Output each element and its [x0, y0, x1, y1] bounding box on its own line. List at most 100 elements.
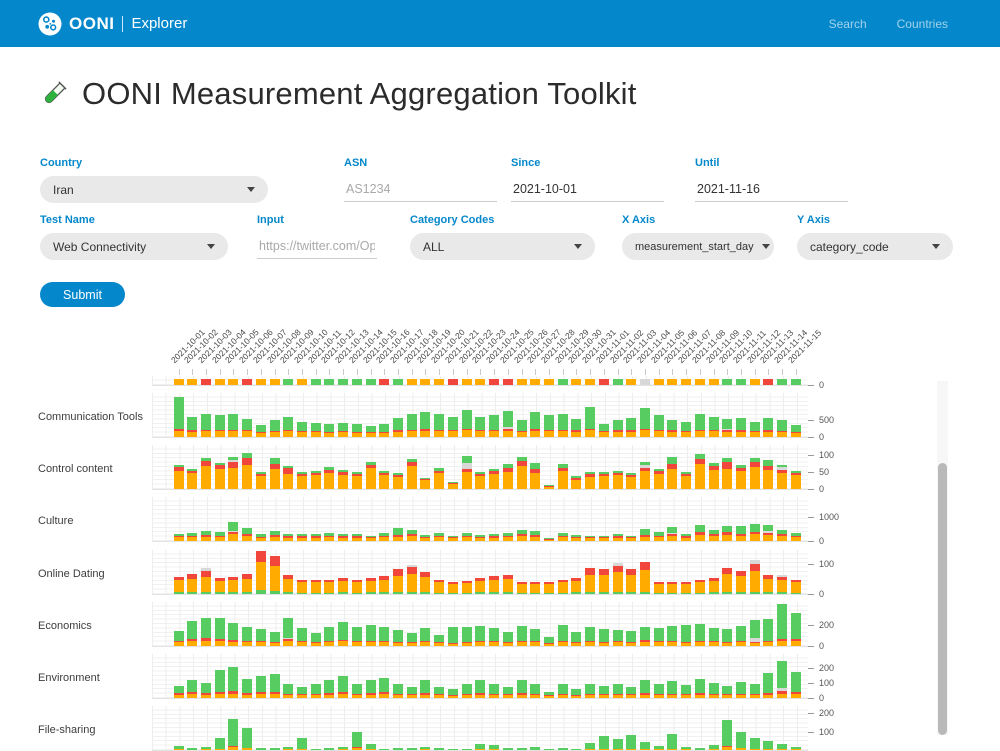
stacked-bar-segment[interactable] [722, 432, 732, 437]
stacked-bar-segment[interactable] [434, 695, 444, 698]
stacked-bar-segment[interactable] [379, 678, 389, 692]
brand-group[interactable]: OONI Explorer [38, 12, 187, 36]
stacked-bar-segment[interactable] [187, 639, 197, 641]
stacked-bar-segment[interactable] [270, 642, 280, 643]
stacked-bar-segment[interactable] [736, 642, 746, 646]
stacked-bar-segment[interactable] [324, 473, 334, 489]
stacked-bar-segment[interactable] [420, 577, 430, 592]
stacked-bar-segment[interactable] [777, 641, 787, 646]
stacked-bar-segment[interactable] [626, 575, 636, 593]
stacked-bar-segment[interactable] [297, 534, 307, 536]
stacked-bar-segment[interactable] [201, 683, 211, 693]
stacked-bar-segment[interactable] [613, 694, 623, 695]
stacked-bar-segment[interactable] [681, 472, 691, 474]
stacked-bar-segment[interactable] [270, 469, 280, 489]
stacked-bar-segment[interactable] [544, 692, 554, 695]
stacked-bar-segment[interactable] [750, 592, 760, 594]
stacked-bar-segment[interactable] [187, 579, 197, 592]
stacked-bar-segment[interactable] [585, 575, 595, 591]
stacked-bar-segment[interactable] [174, 641, 184, 642]
stacked-bar-segment[interactable] [791, 593, 801, 594]
stacked-bar-segment[interactable] [270, 458, 280, 464]
stacked-bar-segment[interactable] [558, 694, 568, 695]
stacked-bar-segment[interactable] [736, 471, 746, 489]
stacked-bar-segment[interactable] [695, 454, 705, 458]
stacked-bar-segment[interactable] [393, 630, 403, 642]
stacked-bar-segment[interactable] [750, 638, 760, 641]
stacked-bar-segment[interactable] [517, 641, 527, 642]
stacked-bar-segment[interactable] [517, 420, 527, 431]
stacked-bar-segment[interactable] [709, 628, 719, 641]
stacked-bar-segment[interactable] [352, 582, 362, 592]
stacked-bar-segment[interactable] [791, 692, 801, 694]
stacked-bar-segment[interactable] [709, 749, 719, 750]
stacked-bar[interactable] [174, 379, 184, 385]
stacked-bar-segment[interactable] [448, 538, 458, 541]
stacked-bar-segment[interactable] [695, 582, 705, 592]
stacked-bar-segment[interactable] [736, 626, 746, 641]
stacked-bar-segment[interactable] [517, 457, 527, 461]
stacked-bar-segment[interactable] [448, 417, 458, 430]
stacked-bar-segment[interactable] [462, 472, 472, 489]
stacked-bar-segment[interactable] [750, 462, 760, 467]
stacked-bar-segment[interactable] [626, 643, 636, 646]
stacked-bar-segment[interactable] [448, 582, 458, 584]
stacked-bar-segment[interactable] [503, 579, 513, 592]
stacked-bar-segment[interactable] [462, 533, 472, 535]
stacked-bar[interactable] [517, 379, 527, 385]
stacked-bar-segment[interactable] [722, 469, 732, 489]
stacked-bar-segment[interactable] [475, 680, 485, 693]
stacked-bar-segment[interactable] [201, 466, 211, 489]
scrollbar-thumb[interactable] [938, 463, 947, 735]
stacked-bar-segment[interactable] [215, 463, 225, 466]
stacked-bar-segment[interactable] [791, 432, 801, 433]
stacked-bar-segment[interactable] [297, 472, 307, 474]
stacked-bar-segment[interactable] [324, 580, 334, 582]
stacked-bar[interactable] [654, 379, 664, 385]
stacked-bar-segment[interactable] [654, 749, 664, 750]
stacked-bar-segment[interactable] [530, 473, 540, 489]
stacked-bar-segment[interactable] [722, 419, 732, 429]
stacked-bar-segment[interactable] [242, 465, 252, 489]
stacked-bar-segment[interactable] [201, 638, 211, 641]
stacked-bar-segment[interactable] [352, 695, 362, 698]
stacked-bar-segment[interactable] [270, 591, 280, 594]
stacked-bar-segment[interactable] [626, 536, 636, 538]
stacked-bar-segment[interactable] [462, 430, 472, 437]
stacked-bar-segment[interactable] [750, 684, 760, 694]
stacked-bar-segment[interactable] [379, 580, 389, 593]
stacked-bar-segment[interactable] [777, 470, 787, 473]
stacked-bar-segment[interactable] [420, 480, 430, 489]
stacked-bar-segment[interactable] [352, 476, 362, 489]
stacked-bar-segment[interactable] [201, 414, 211, 430]
stacked-bar-segment[interactable] [544, 430, 554, 431]
stacked-bar-segment[interactable] [462, 695, 472, 698]
stacked-bar-segment[interactable] [571, 749, 581, 750]
stacked-bar-segment[interactable] [297, 476, 307, 489]
stacked-bar-segment[interactable] [242, 728, 252, 748]
stacked-bar-segment[interactable] [434, 537, 444, 541]
stacked-bar-segment[interactable] [640, 535, 650, 537]
stacked-bar-segment[interactable] [791, 749, 801, 750]
stacked-bar-segment[interactable] [571, 537, 581, 538]
stacked-bar-segment[interactable] [777, 467, 787, 470]
stacked-bar[interactable] [311, 379, 321, 385]
stacked-bar-segment[interactable] [393, 535, 403, 537]
stacked-bar-segment[interactable] [613, 471, 623, 473]
stacked-bar[interactable] [571, 379, 581, 385]
stacked-bar-segment[interactable] [407, 592, 417, 594]
stacked-bar-segment[interactable] [407, 748, 417, 750]
stacked-bar-segment[interactable] [448, 536, 458, 538]
stacked-bar-segment[interactable] [571, 578, 581, 581]
stacked-bar-segment[interactable] [750, 695, 760, 698]
stacked-bar-segment[interactable] [791, 425, 801, 431]
stacked-bar-segment[interactable] [654, 642, 664, 646]
stacked-bar-segment[interactable] [256, 425, 266, 432]
stacked-bar[interactable] [407, 379, 417, 385]
stacked-bar-segment[interactable] [407, 694, 417, 695]
stacked-bar-segment[interactable] [695, 693, 705, 695]
stacked-bar-segment[interactable] [187, 430, 197, 431]
stacked-bar-segment[interactable] [420, 479, 430, 480]
stacked-bar-segment[interactable] [256, 676, 266, 692]
stacked-bar-segment[interactable] [613, 739, 623, 749]
